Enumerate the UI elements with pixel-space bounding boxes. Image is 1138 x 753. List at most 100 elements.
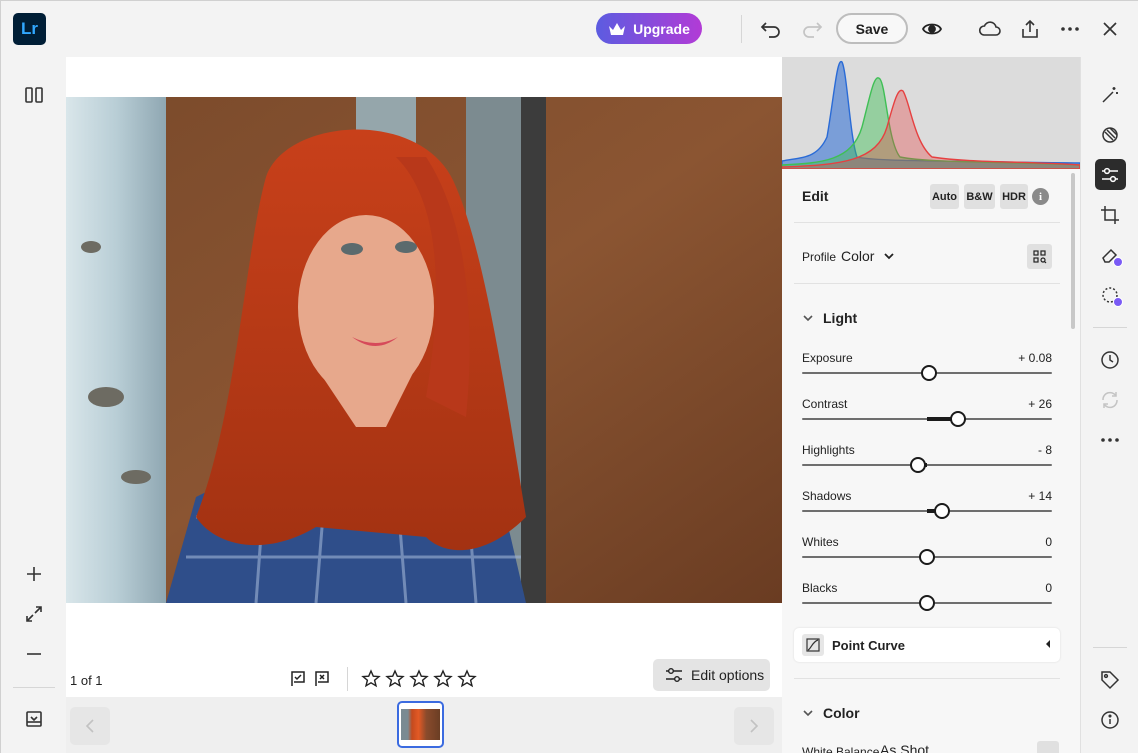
slider-thumb[interactable]	[910, 457, 926, 473]
compare-view-icon[interactable]	[22, 83, 46, 107]
save-button[interactable]: Save	[836, 13, 908, 44]
photo-count: 1 of 1	[70, 673, 103, 688]
slider-label: Highlights	[802, 443, 855, 457]
star-3-icon[interactable]	[409, 668, 429, 690]
divider	[347, 667, 348, 691]
more-icon[interactable]	[1058, 17, 1082, 41]
curve-icon	[802, 634, 824, 656]
share-icon[interactable]	[1018, 17, 1042, 41]
divider	[794, 222, 1060, 223]
star-5-icon[interactable]	[457, 668, 477, 690]
lightroom-logo: Lr	[13, 13, 46, 45]
slider-label: Shadows	[802, 489, 852, 503]
slider-label: Contrast	[802, 397, 848, 411]
upgrade-label: Upgrade	[633, 20, 690, 37]
edit-options-label: Edit options	[691, 667, 765, 683]
point-curve-label: Point Curve	[832, 638, 905, 653]
masking-icon[interactable]	[1098, 283, 1123, 307]
photo-thumbnail[interactable]	[397, 701, 444, 748]
divider	[794, 678, 1060, 679]
info-circle-icon[interactable]	[1098, 708, 1122, 732]
light-section-label: Light	[823, 310, 858, 326]
panel-title: Edit	[802, 188, 829, 204]
auto-enhance-wand-icon[interactable]	[1098, 83, 1122, 107]
point-curve-row[interactable]: Point Curve	[794, 628, 1060, 662]
slider-value[interactable]: + 26	[1028, 397, 1052, 411]
info-icon[interactable]: i	[1032, 188, 1049, 205]
slider-shadows[interactable]: Shadows + 14	[802, 489, 1052, 529]
light-section-header[interactable]: Light	[802, 310, 857, 326]
divider	[13, 687, 55, 688]
star-4-icon[interactable]	[433, 668, 453, 690]
slider-highlights[interactable]: Highlights - 8	[802, 443, 1052, 483]
slider-value[interactable]: + 14	[1028, 489, 1052, 503]
slider-contrast[interactable]: Contrast + 26	[802, 397, 1052, 437]
undo-icon[interactable]	[759, 17, 783, 41]
slider-thumb[interactable]	[934, 503, 950, 519]
slider-value[interactable]: - 8	[1038, 443, 1052, 457]
profile-dropdown[interactable]: Color	[841, 248, 874, 264]
photo-canvas	[66, 57, 782, 697]
edit-options-button[interactable]: Edit options	[653, 659, 770, 691]
slider-blacks[interactable]: Blacks 0	[802, 581, 1052, 621]
zoom-in-icon[interactable]	[22, 562, 46, 586]
bw-button[interactable]: B&W	[964, 184, 995, 209]
flag-reject-icon[interactable]	[312, 669, 332, 689]
right-rail	[1080, 57, 1138, 753]
history-icon[interactable]	[1098, 348, 1122, 372]
star-2-icon[interactable]	[385, 668, 405, 690]
slider-value[interactable]: 0	[1045, 581, 1052, 595]
filmstrip	[66, 697, 782, 753]
eyedropper-icon[interactable]	[1037, 741, 1059, 753]
previous-photo-button[interactable]	[70, 707, 110, 745]
app-window: Lr Upgrade Save 1 of 1 Edit options Edit…	[0, 0, 1138, 753]
photo-image[interactable]	[66, 97, 782, 603]
slider-thumb[interactable]	[921, 365, 937, 381]
white-balance-label: White Balance	[802, 745, 880, 753]
cloud-icon[interactable]	[978, 17, 1002, 41]
slider-value[interactable]: 0	[1045, 535, 1052, 549]
chevron-down-icon[interactable]	[883, 250, 895, 262]
slider-label: Whites	[802, 535, 839, 549]
redo-icon[interactable]	[800, 17, 824, 41]
slider-thumb[interactable]	[919, 549, 935, 565]
premium-badge-icon	[1113, 257, 1123, 267]
panel-scrollbar[interactable]	[1071, 173, 1075, 329]
slider-thumb[interactable]	[919, 595, 935, 611]
upgrade-button[interactable]: Upgrade	[596, 13, 702, 44]
more-icon[interactable]	[1098, 428, 1122, 452]
slider-track[interactable]	[802, 464, 1052, 466]
star-1-icon[interactable]	[361, 668, 381, 690]
crop-rotate-icon[interactable]	[1098, 203, 1122, 227]
slider-value[interactable]: + 0.08	[1018, 351, 1052, 365]
slider-label: Blacks	[802, 581, 838, 595]
slider-thumb[interactable]	[950, 411, 966, 427]
edit-sliders-icon[interactable]	[1098, 163, 1122, 187]
chevron-left-icon	[85, 719, 94, 733]
flag-pick-icon[interactable]	[288, 669, 308, 689]
next-photo-button[interactable]	[734, 707, 774, 745]
color-section-header[interactable]: Color	[802, 705, 860, 721]
white-balance-dropdown[interactable]: As Shot	[880, 742, 929, 753]
chevron-down-icon	[803, 315, 813, 322]
divider	[1093, 327, 1127, 328]
top-bar: Lr Upgrade Save	[1, 1, 1138, 57]
caret-left-icon[interactable]	[1046, 640, 1050, 648]
left-rail	[1, 57, 66, 753]
tags-icon[interactable]	[1098, 668, 1122, 692]
profile-browser-icon[interactable]	[1027, 244, 1052, 269]
preview-eye-icon[interactable]	[920, 17, 944, 41]
presets-icon[interactable]	[1098, 123, 1122, 147]
versions-icon[interactable]	[1098, 388, 1122, 412]
close-icon[interactable]	[1098, 17, 1122, 41]
slider-exposure[interactable]: Exposure + 0.08	[802, 351, 1052, 391]
healing-eraser-icon[interactable]	[1098, 243, 1123, 267]
slider-whites[interactable]: Whites 0	[802, 535, 1052, 575]
zoom-out-icon[interactable]	[22, 642, 46, 666]
thumbnail-image	[401, 709, 440, 740]
filmstrip-toggle-icon[interactable]	[22, 707, 46, 731]
hdr-button[interactable]: HDR	[1000, 184, 1028, 209]
fit-screen-icon[interactable]	[22, 602, 46, 626]
color-section-label: Color	[823, 705, 860, 721]
auto-button[interactable]: Auto	[930, 184, 959, 209]
